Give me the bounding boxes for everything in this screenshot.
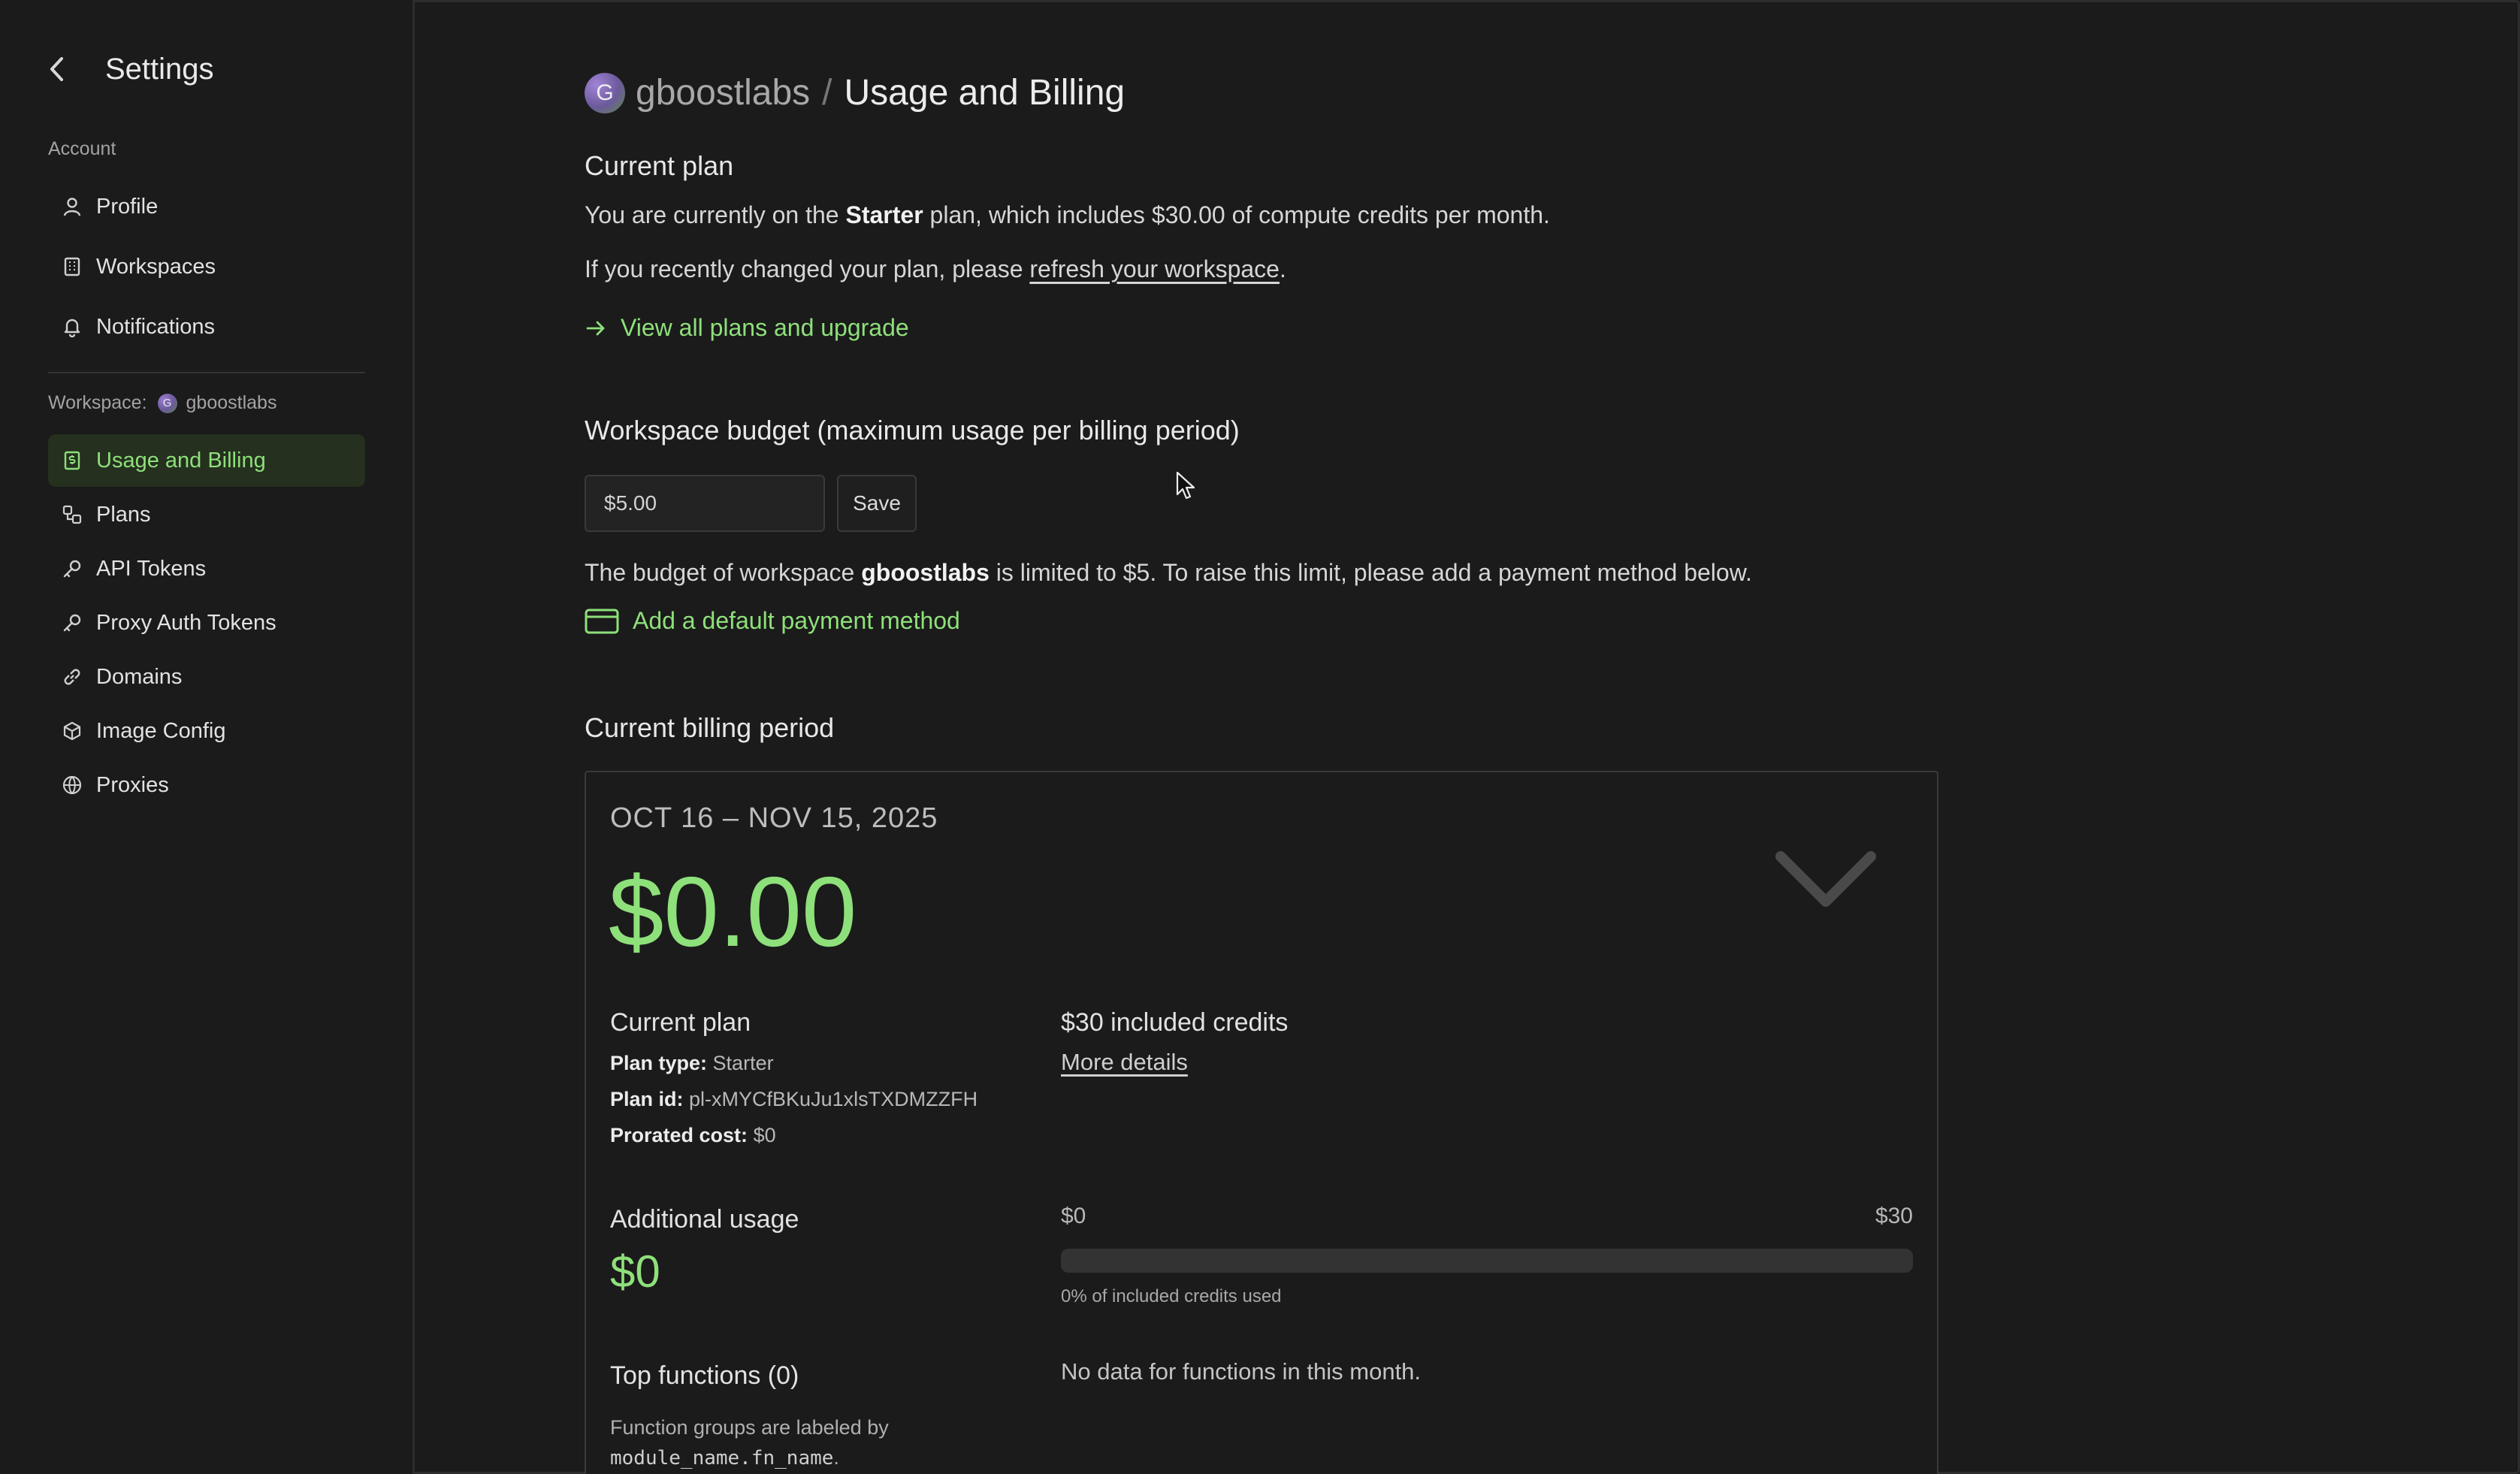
refresh-text-post: . <box>1279 255 1286 282</box>
prorated-cost-value: $0 <box>753 1124 776 1146</box>
mouse-cursor-icon <box>1176 471 1195 500</box>
sidebar-item-label: Plans <box>96 502 151 527</box>
workspace-name: gboostlabs <box>186 392 277 413</box>
current-plan-heading: Current plan <box>585 150 734 181</box>
included-credits-heading: $30 included credits <box>1061 1008 1289 1037</box>
plan-id-label: Plan id: <box>610 1088 684 1110</box>
billing-period-heading: Current billing period <box>585 712 835 743</box>
arrow-right-icon <box>585 317 607 340</box>
budget-note-pre: The budget of workspace <box>585 559 862 586</box>
sidebar-item-usage-and-billing[interactable]: Usage and Billing <box>48 434 365 487</box>
sidebar-header: Settings <box>48 47 214 92</box>
billing-total: $0.00 <box>609 856 857 967</box>
sidebar-item-label: Workspaces <box>96 254 216 279</box>
plan-name: Starter <box>845 201 923 228</box>
breadcrumb: G gboostlabs / Usage and Billing <box>585 72 1125 113</box>
link-icon <box>60 665 84 689</box>
sidebar-item-label: API Tokens <box>96 556 207 581</box>
sidebar-item-notifications[interactable]: Notifications <box>48 301 365 353</box>
credits-usage-bar <box>1061 1249 1913 1273</box>
dollar-receipt-icon <box>60 449 84 473</box>
sidebar-item-label: Image Config <box>96 718 226 743</box>
sidebar-item-workspaces[interactable]: Workspaces <box>48 240 365 293</box>
sidebar-divider <box>48 372 365 373</box>
usage-bar-max: $30 <box>1875 1204 1913 1228</box>
key-icon <box>60 611 84 635</box>
billing-period-card: OCT 16 – NOV 15, 2025 $0.00 Current plan… <box>585 771 1938 1474</box>
back-button[interactable] <box>48 47 81 92</box>
budget-note: The budget of workspace gboostlabs is li… <box>585 559 1752 587</box>
sidebar-item-api-tokens[interactable]: API Tokens <box>48 542 365 595</box>
workspace-avatar: G <box>157 393 177 413</box>
fn-note-text: Function groups are labeled by <box>610 1416 889 1439</box>
plan-id-value: pl-xMYCfBKuJu1xlsTXDMZZFH <box>689 1088 978 1110</box>
globe-icon <box>60 773 84 797</box>
sidebar-item-plans[interactable]: Plans <box>48 488 365 541</box>
user-icon <box>60 195 84 219</box>
add-payment-method-link[interactable]: Add a default payment method <box>585 607 960 635</box>
sidebar-item-label: Profile <box>96 194 159 219</box>
plans-icon <box>60 503 84 527</box>
account-section-label: Account <box>48 138 116 159</box>
no-functions-data: No data for functions in this month. <box>1061 1358 1422 1385</box>
refresh-note: If you recently changed your plan, pleas… <box>585 255 1286 283</box>
plan-type-row: Plan type: Starter <box>610 1052 774 1075</box>
card-current-plan-heading: Current plan <box>610 1008 751 1037</box>
billing-period-dates: OCT 16 – NOV 15, 2025 <box>610 802 938 834</box>
view-plans-link[interactable]: View all plans and upgrade <box>585 314 909 342</box>
more-details-link[interactable]: More details <box>1061 1049 1188 1076</box>
refresh-text-pre: If you recently changed your plan, pleas… <box>585 255 1030 282</box>
top-functions-heading: Top functions (0) <box>610 1361 799 1390</box>
fn-note-period: . <box>833 1446 839 1469</box>
sidebar-item-image-config[interactable]: Image Config <box>48 705 365 757</box>
additional-usage-amount: $0 <box>610 1246 660 1297</box>
save-button[interactable]: Save <box>837 475 917 532</box>
usage-bar-min: $0 <box>1061 1204 1086 1228</box>
plan-id-row: Plan id: pl-xMYCfBKuJu1xlsTXDMZZFH <box>610 1088 977 1111</box>
refresh-workspace-link[interactable]: refresh your workspace <box>1029 255 1280 282</box>
sidebar-item-label: Proxy Auth Tokens <box>96 610 276 635</box>
breadcrumb-separator: / <box>822 73 832 113</box>
credits-used-note: 0% of included credits used <box>1061 1286 1282 1306</box>
workspace-avatar: G <box>585 72 625 113</box>
settings-sidebar: Settings Account Profile Workspaces Noti… <box>0 0 415 1474</box>
workspace-section-label: Workspace: G gboostlabs <box>48 392 276 414</box>
cube-icon <box>60 719 84 743</box>
additional-usage-heading: Additional usage <box>610 1205 799 1234</box>
fn-note-code: module_name.fn_name <box>610 1447 834 1469</box>
budget-heading: Workspace budget (maximum usage per bill… <box>585 415 1240 446</box>
plan-text-post: plan, which includes $30.00 of compute c… <box>923 201 1550 228</box>
workspace-label: Workspace: <box>48 392 147 413</box>
budget-note-workspace: gboostlabs <box>861 559 990 586</box>
plan-type-value: Starter <box>712 1052 774 1074</box>
plan-description: You are currently on the Starter plan, w… <box>585 201 1550 229</box>
chevron-left-icon <box>50 57 63 81</box>
function-groups-note: Function groups are labeled by module_na… <box>610 1412 889 1473</box>
bell-icon <box>60 315 84 339</box>
sidebar-item-proxy-auth-tokens[interactable]: Proxy Auth Tokens <box>48 597 365 649</box>
credit-card-icon <box>585 609 619 634</box>
sidebar-item-label: Domains <box>96 664 183 689</box>
prorated-cost-row: Prorated cost: $0 <box>610 1124 776 1147</box>
sidebar-title: Settings <box>105 52 214 86</box>
sidebar-item-label: Proxies <box>96 772 169 797</box>
sidebar-item-label: Notifications <box>96 314 215 339</box>
plan-text-pre: You are currently on the <box>585 201 846 228</box>
prorated-cost-label: Prorated cost: <box>610 1124 748 1146</box>
sidebar-item-label: Usage and Billing <box>96 448 266 473</box>
sidebar-item-profile[interactable]: Profile <box>48 180 365 233</box>
view-plans-label: View all plans and upgrade <box>621 314 909 341</box>
key-icon <box>60 557 84 581</box>
add-payment-method-label: Add a default payment method <box>633 607 960 634</box>
sidebar-item-domains[interactable]: Domains <box>48 651 365 703</box>
budget-note-post: is limited to $5. To raise this limit, p… <box>989 559 1752 586</box>
plan-type-label: Plan type: <box>610 1052 708 1074</box>
budget-input[interactable]: $5.00 <box>585 475 825 532</box>
page-title: Usage and Billing <box>844 73 1126 113</box>
expand-toggle[interactable] <box>1773 847 1878 919</box>
building-icon <box>60 255 84 279</box>
breadcrumb-workspace[interactable]: gboostlabs <box>636 72 810 113</box>
sidebar-item-proxies[interactable]: Proxies <box>48 759 365 811</box>
chevron-down-icon <box>1775 851 1876 907</box>
